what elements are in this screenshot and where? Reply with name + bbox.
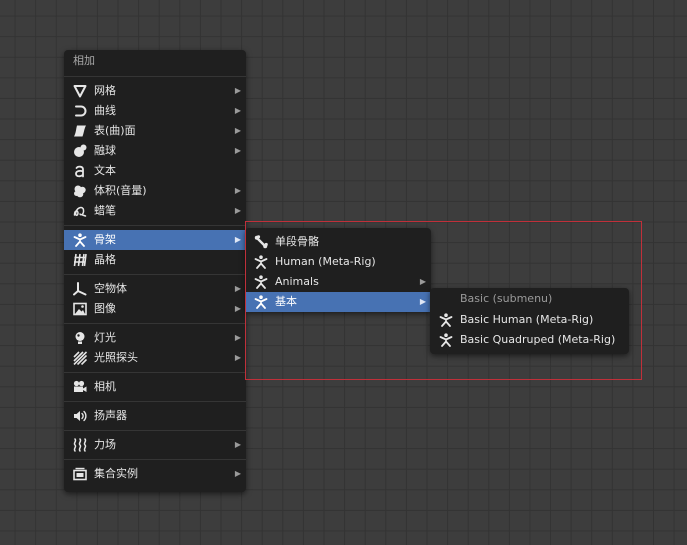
menu-item-basic[interactable]: 基本 ▶ bbox=[245, 292, 431, 312]
menu-item-surface[interactable]: 表(曲)面 ▶ bbox=[64, 121, 246, 141]
curve-icon bbox=[73, 104, 87, 118]
separator bbox=[64, 323, 246, 324]
add-menu-title: 相加 bbox=[73, 54, 95, 67]
empty-icon bbox=[73, 282, 87, 296]
armature-icon bbox=[254, 255, 268, 269]
submenu-arrow-icon: ▶ bbox=[234, 206, 241, 215]
menu-item-label: Basic Quadruped (Meta-Rig) bbox=[460, 333, 616, 346]
collection-instance-icon bbox=[73, 467, 87, 481]
submenu-arrow-icon: ▶ bbox=[234, 86, 241, 95]
menu-item-animals[interactable]: Animals ▶ bbox=[245, 272, 431, 292]
speaker-icon bbox=[73, 409, 87, 423]
submenu-arrow-icon: ▶ bbox=[419, 277, 426, 286]
submenu-arrow-icon: ▶ bbox=[234, 284, 241, 293]
menu-item-image[interactable]: 图像 ▶ bbox=[64, 299, 246, 319]
menu-item-label: 光照探头 bbox=[94, 351, 138, 364]
separator bbox=[64, 274, 246, 275]
surface-icon bbox=[73, 124, 87, 138]
mesh-icon bbox=[73, 84, 87, 98]
submenu-arrow-icon: ▶ bbox=[234, 235, 241, 244]
menu-item-text[interactable]: 文本 bbox=[64, 161, 246, 181]
submenu-arrow-icon: ▶ bbox=[419, 297, 426, 306]
submenu-arrow-icon: ▶ bbox=[234, 440, 241, 449]
menu-item-label: 力场 bbox=[94, 438, 116, 451]
menu-item-label: 表(曲)面 bbox=[94, 124, 136, 137]
submenu-arrow-icon: ▶ bbox=[234, 126, 241, 135]
volume-icon bbox=[73, 184, 87, 198]
menu-item-label: 空物体 bbox=[94, 282, 127, 295]
menu-item-empty[interactable]: 空物体 ▶ bbox=[64, 279, 246, 299]
light-probe-icon bbox=[73, 351, 87, 365]
menu-item-label: 网格 bbox=[94, 84, 116, 97]
text-icon bbox=[73, 164, 87, 178]
separator bbox=[64, 372, 246, 373]
menu-item-label: Animals bbox=[275, 275, 319, 288]
menu-item-speaker[interactable]: 扬声器 bbox=[64, 406, 246, 426]
bone-icon bbox=[254, 235, 268, 249]
separator bbox=[64, 401, 246, 402]
metaball-icon bbox=[73, 144, 87, 158]
basic-submenu-title: Basic (submenu) bbox=[460, 292, 553, 305]
menu-item-label: 集合实例 bbox=[94, 467, 138, 480]
menu-item-label: 单段骨骼 bbox=[275, 235, 319, 248]
menu-item-grease-pencil[interactable]: 蜡笔 ▶ bbox=[64, 201, 246, 221]
lattice-icon bbox=[73, 253, 87, 267]
menu-item-label: 晶格 bbox=[94, 253, 116, 266]
grease-pencil-icon bbox=[73, 204, 87, 218]
menu-item-label: Human (Meta-Rig) bbox=[275, 255, 376, 268]
armature-icon bbox=[73, 233, 87, 247]
submenu-arrow-icon: ▶ bbox=[234, 469, 241, 478]
armature-submenu: 单段骨骼 Human (Meta-Rig) Animals ▶ 基本 ▶ bbox=[245, 228, 431, 312]
menu-item-label: 相机 bbox=[94, 380, 116, 393]
menu-item-human-meta-rig[interactable]: Human (Meta-Rig) bbox=[245, 252, 431, 272]
armature-icon bbox=[254, 275, 268, 289]
menu-item-collection-instance[interactable]: 集合实例 ▶ bbox=[64, 464, 246, 484]
add-menu: 相加 网格 ▶ 曲线 ▶ 表(曲)面 ▶ 融球 ▶ 文本 体积(音量) ▶ 蜡笔… bbox=[64, 50, 246, 492]
submenu-arrow-icon: ▶ bbox=[234, 106, 241, 115]
menu-item-label: Basic Human (Meta-Rig) bbox=[460, 313, 594, 326]
menu-item-label: 扬声器 bbox=[94, 409, 127, 422]
menu-item-basic-human[interactable]: Basic Human (Meta-Rig) bbox=[430, 310, 629, 330]
image-icon bbox=[73, 302, 87, 316]
menu-item-light[interactable]: 灯光 ▶ bbox=[64, 328, 246, 348]
separator bbox=[64, 430, 246, 431]
menu-item-label: 体积(音量) bbox=[94, 184, 147, 197]
menu-item-single-bone[interactable]: 单段骨骼 bbox=[245, 232, 431, 252]
submenu-arrow-icon: ▶ bbox=[234, 186, 241, 195]
camera-icon bbox=[73, 380, 87, 394]
force-field-icon bbox=[73, 438, 87, 452]
armature-icon bbox=[254, 295, 268, 309]
submenu-arrow-icon: ▶ bbox=[234, 146, 241, 155]
basic-submenu: Basic (submenu) Basic Human (Meta-Rig) B… bbox=[430, 288, 629, 354]
menu-item-label: 融球 bbox=[94, 144, 116, 157]
armature-icon bbox=[439, 313, 453, 327]
menu-item-mesh[interactable]: 网格 ▶ bbox=[64, 81, 246, 101]
menu-item-basic-quadruped[interactable]: Basic Quadruped (Meta-Rig) bbox=[430, 330, 629, 350]
armature-icon bbox=[439, 333, 453, 347]
menu-item-curve[interactable]: 曲线 ▶ bbox=[64, 101, 246, 121]
menu-item-metaball[interactable]: 融球 ▶ bbox=[64, 141, 246, 161]
menu-item-lattice[interactable]: 晶格 bbox=[64, 250, 246, 270]
menu-item-label: 蜡笔 bbox=[94, 204, 116, 217]
menu-item-label: 曲线 bbox=[94, 104, 116, 117]
menu-item-label: 文本 bbox=[94, 164, 116, 177]
menu-item-label: 图像 bbox=[94, 302, 116, 315]
submenu-arrow-icon: ▶ bbox=[234, 333, 241, 342]
menu-item-force-field[interactable]: 力场 ▶ bbox=[64, 435, 246, 455]
menu-item-label: 基本 bbox=[275, 295, 297, 308]
separator bbox=[64, 225, 246, 226]
menu-item-camera[interactable]: 相机 bbox=[64, 377, 246, 397]
menu-item-volume[interactable]: 体积(音量) ▶ bbox=[64, 181, 246, 201]
separator bbox=[64, 76, 246, 77]
menu-item-label: 骨架 bbox=[94, 233, 116, 246]
menu-item-label: 灯光 bbox=[94, 331, 116, 344]
light-icon bbox=[73, 331, 87, 345]
separator bbox=[64, 459, 246, 460]
submenu-arrow-icon: ▶ bbox=[234, 304, 241, 313]
menu-item-light-probe[interactable]: 光照探头 ▶ bbox=[64, 348, 246, 368]
submenu-arrow-icon: ▶ bbox=[234, 353, 241, 362]
menu-item-armature[interactable]: 骨架 ▶ bbox=[64, 230, 246, 250]
